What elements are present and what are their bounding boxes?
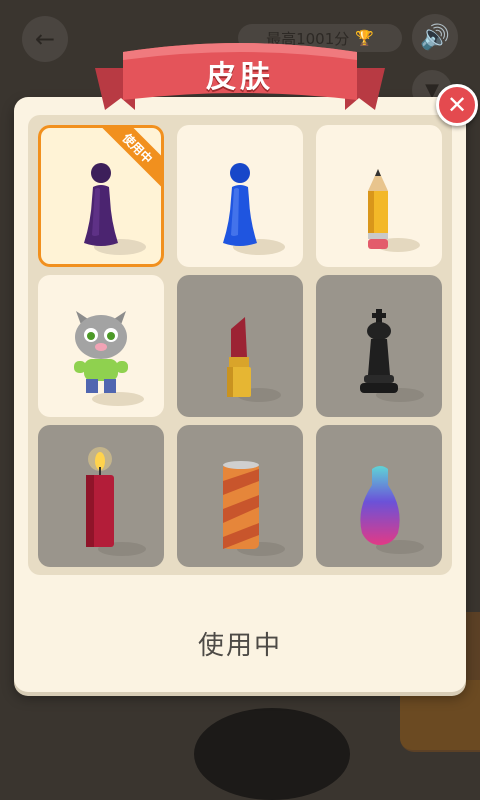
blue-pawn-image bbox=[223, 163, 285, 255]
skin-blue-pawn[interactable] bbox=[177, 125, 303, 267]
skin-candle[interactable] bbox=[38, 425, 164, 567]
skin-chess-king[interactable] bbox=[316, 275, 442, 417]
back-arrow-icon: ← bbox=[34, 25, 56, 53]
candle-image bbox=[86, 447, 146, 556]
back-button[interactable]: ← bbox=[22, 16, 68, 62]
soda-can-image bbox=[223, 461, 285, 556]
dialog-title: 皮肤 bbox=[206, 60, 274, 95]
close-icon: ✕ bbox=[446, 91, 468, 119]
skin-soda-can[interactable] bbox=[177, 425, 303, 567]
speaker-icon: 🔊 bbox=[420, 23, 450, 51]
chess-king-image bbox=[360, 309, 424, 402]
gradient-bottle-image bbox=[360, 466, 424, 554]
skin-lipstick[interactable] bbox=[177, 275, 303, 417]
title-banner: 皮肤 bbox=[95, 38, 385, 122]
skin-pencil[interactable] bbox=[316, 125, 442, 267]
skin-dialog: 使用中 使用中 bbox=[14, 97, 466, 692]
skin-grid: 使用中 bbox=[28, 115, 452, 575]
skin-purple-pawn[interactable]: 使用中 bbox=[38, 125, 164, 267]
skin-talking-tom[interactable] bbox=[38, 275, 164, 417]
talking-tom-image bbox=[74, 311, 144, 406]
status-text: 使用中 bbox=[197, 631, 282, 661]
close-button[interactable]: ✕ bbox=[436, 84, 478, 126]
sound-button[interactable]: 🔊 bbox=[412, 14, 458, 60]
skin-gradient-bottle[interactable] bbox=[316, 425, 442, 567]
background-platform bbox=[194, 708, 350, 800]
lipstick-image bbox=[227, 317, 281, 402]
pencil-image bbox=[368, 169, 420, 252]
